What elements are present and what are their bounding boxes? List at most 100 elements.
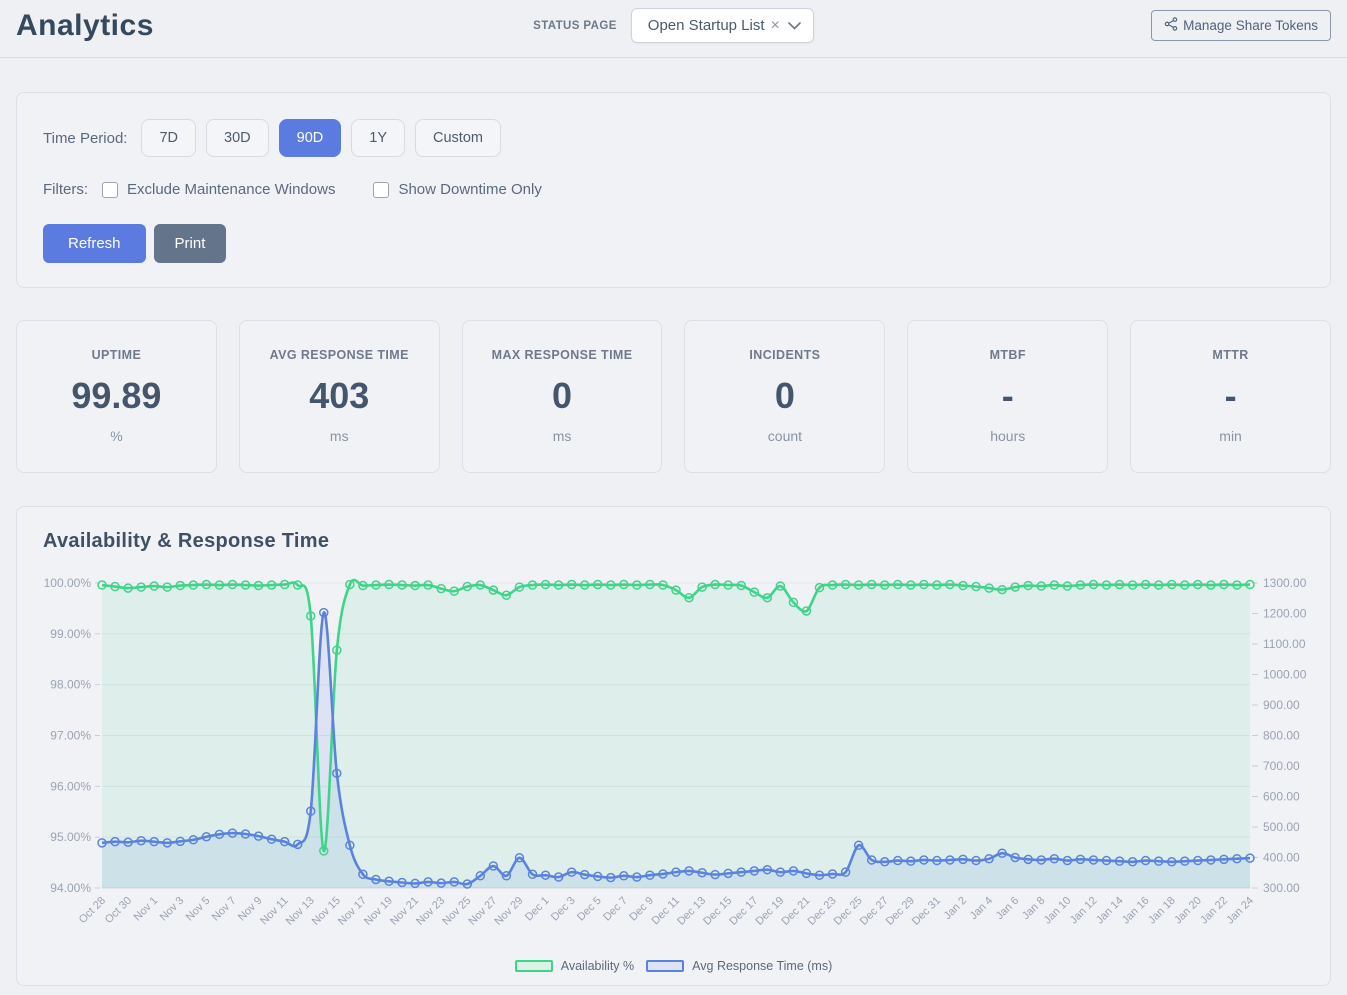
stat-value: 99.89 — [23, 375, 210, 417]
stat-value: - — [1137, 375, 1324, 417]
stat-value: 403 — [246, 375, 433, 417]
svg-text:98.00%: 98.00% — [50, 678, 91, 692]
svg-text:Dec 1: Dec 1 — [523, 895, 552, 924]
svg-text:Jan 22: Jan 22 — [1198, 895, 1230, 927]
svg-text:Jan 2: Jan 2 — [942, 895, 970, 923]
svg-text:99.00%: 99.00% — [50, 627, 91, 641]
svg-text:Oct 30: Oct 30 — [103, 895, 134, 926]
clear-selection-icon[interactable]: × — [771, 18, 780, 34]
svg-text:Jan 4: Jan 4 — [968, 895, 996, 923]
svg-text:700.00: 700.00 — [1263, 759, 1300, 773]
show-downtime-checkbox[interactable] — [373, 182, 389, 198]
svg-text:Nov 1: Nov 1 — [131, 895, 160, 924]
availability-legend-label: Availability % — [561, 959, 634, 973]
page-title: Analytics — [16, 9, 533, 43]
stat-card-max-response: MAX RESPONSE TIME 0 ms — [462, 320, 663, 473]
svg-text:Jan 16: Jan 16 — [1120, 895, 1152, 927]
period-button-custom[interactable]: Custom — [415, 119, 501, 157]
svg-text:Nov 19: Nov 19 — [362, 895, 395, 928]
stat-unit: % — [23, 428, 210, 444]
status-page-select[interactable]: Open Startup List × — [631, 8, 814, 43]
svg-text:100.00%: 100.00% — [44, 576, 92, 590]
header: Analytics STATUS PAGE Open Startup List … — [0, 0, 1347, 58]
svg-text:Jan 6: Jan 6 — [994, 895, 1022, 923]
svg-text:800.00: 800.00 — [1263, 729, 1300, 743]
time-period-label: Time Period: — [43, 130, 127, 147]
filter-panel: Time Period: 7D 30D 90D 1Y Custom Filter… — [16, 92, 1331, 288]
stat-label: UPTIME — [23, 348, 210, 362]
show-downtime-option[interactable]: Show Downtime Only — [373, 181, 541, 198]
period-button-30d[interactable]: 30D — [206, 119, 269, 157]
period-button-7d[interactable]: 7D — [141, 119, 196, 157]
manage-share-tokens-label: Manage Share Tokens — [1183, 18, 1318, 33]
svg-text:1200.00: 1200.00 — [1263, 607, 1307, 621]
availability-legend-swatch — [515, 960, 553, 972]
svg-text:Dec 19: Dec 19 — [753, 895, 786, 928]
svg-text:1000.00: 1000.00 — [1263, 668, 1307, 682]
stat-unit: count — [691, 428, 878, 444]
svg-text:Nov 21: Nov 21 — [388, 895, 421, 928]
period-button-1y[interactable]: 1Y — [351, 119, 405, 157]
exclude-maintenance-option[interactable]: Exclude Maintenance Windows — [102, 181, 335, 198]
svg-text:900.00: 900.00 — [1263, 698, 1300, 712]
stat-label: MTTR — [1137, 348, 1324, 362]
stat-label: AVG RESPONSE TIME — [246, 348, 433, 362]
share-icon — [1164, 17, 1178, 34]
stat-card-incidents: INCIDENTS 0 count — [684, 320, 885, 473]
svg-text:Nov 5: Nov 5 — [184, 895, 213, 924]
stat-card-mtbf: MTBF - hours — [907, 320, 1108, 473]
svg-text:Nov 7: Nov 7 — [210, 895, 239, 924]
svg-text:300.00: 300.00 — [1263, 881, 1300, 895]
stat-label: INCIDENTS — [691, 348, 878, 362]
svg-text:Dec 21: Dec 21 — [779, 895, 812, 928]
svg-text:Oct 28: Oct 28 — [77, 895, 108, 926]
stat-value: - — [914, 375, 1101, 417]
stat-label: MTBF — [914, 348, 1101, 362]
svg-text:Dec 23: Dec 23 — [806, 895, 839, 928]
svg-text:Jan 18: Jan 18 — [1146, 895, 1178, 927]
svg-text:Jan 12: Jan 12 — [1068, 895, 1100, 927]
legend-item-response-time[interactable]: Avg Response Time (ms) — [646, 959, 832, 973]
stat-label: MAX RESPONSE TIME — [469, 348, 656, 362]
svg-text:Nov 29: Nov 29 — [492, 895, 525, 928]
svg-text:Dec 3: Dec 3 — [549, 895, 578, 924]
refresh-button[interactable]: Refresh — [43, 224, 146, 263]
svg-text:94.00%: 94.00% — [50, 881, 91, 895]
availability-response-chart[interactable]: 100.00%99.00%98.00%97.00%96.00%95.00%94.… — [17, 559, 1331, 957]
svg-text:97.00%: 97.00% — [50, 729, 91, 743]
svg-text:Nov 13: Nov 13 — [284, 895, 317, 928]
svg-text:500.00: 500.00 — [1263, 820, 1300, 834]
stat-card-mttr: MTTR - min — [1130, 320, 1331, 473]
stat-value: 0 — [469, 375, 656, 417]
svg-text:Nov 3: Nov 3 — [158, 895, 187, 924]
chart-panel: Availability & Response Time 100.00% 99.0… — [16, 506, 1331, 986]
svg-text:Dec 17: Dec 17 — [727, 895, 760, 928]
exclude-maintenance-checkbox[interactable] — [102, 182, 118, 198]
svg-text:Jan 10: Jan 10 — [1042, 895, 1074, 927]
stat-unit: ms — [469, 428, 656, 444]
show-downtime-label: Show Downtime Only — [398, 181, 541, 198]
manage-share-tokens-button[interactable]: Manage Share Tokens — [1151, 10, 1331, 41]
period-button-90d[interactable]: 90D — [279, 119, 342, 157]
exclude-maintenance-label: Exclude Maintenance Windows — [127, 181, 335, 198]
svg-text:Dec 13: Dec 13 — [675, 895, 708, 928]
print-button[interactable]: Print — [154, 224, 227, 263]
svg-text:Dec 5: Dec 5 — [575, 895, 604, 924]
stat-value: 0 — [691, 375, 878, 417]
stat-card-uptime: UPTIME 99.89 % — [16, 320, 217, 473]
svg-text:96.00%: 96.00% — [50, 779, 91, 793]
svg-text:Jan 20: Jan 20 — [1172, 895, 1204, 927]
legend-item-availability[interactable]: Availability % — [515, 959, 634, 973]
svg-text:1100.00: 1100.00 — [1263, 637, 1306, 651]
svg-text:600.00: 600.00 — [1263, 790, 1300, 804]
svg-text:Dec 7: Dec 7 — [601, 895, 630, 924]
svg-text:Dec 15: Dec 15 — [701, 895, 734, 928]
svg-text:400.00: 400.00 — [1263, 851, 1300, 865]
svg-text:Dec 25: Dec 25 — [832, 895, 865, 928]
svg-text:Nov 23: Nov 23 — [414, 895, 447, 928]
stat-unit: hours — [914, 428, 1101, 444]
svg-text:Jan 24: Jan 24 — [1224, 895, 1256, 927]
svg-text:Nov 25: Nov 25 — [440, 895, 473, 928]
chart-title: Availability & Response Time — [17, 530, 1330, 553]
chevron-down-icon — [788, 22, 801, 30]
